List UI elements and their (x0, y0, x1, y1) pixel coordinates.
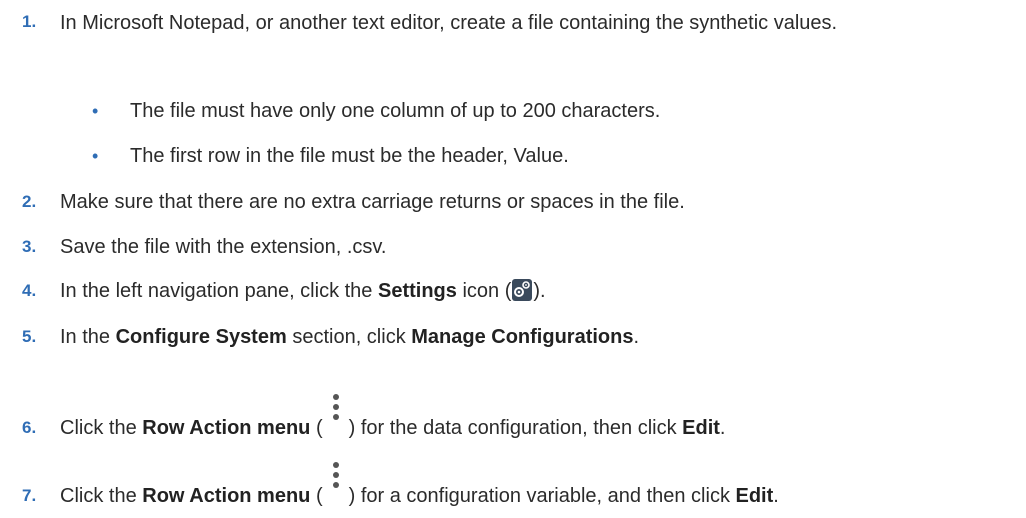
bullet-icon: • (92, 101, 99, 121)
text-segment: Click the (60, 485, 143, 507)
settings-label: Settings (377, 280, 457, 302)
text-segment: ( (310, 485, 323, 507)
text-segment: ). (533, 280, 546, 302)
instruction-list: 1. In Microsoft Notepad, or another text… (0, 0, 1026, 518)
kebab-menu-icon (323, 394, 349, 442)
text-segment: ) for a configuration variable, and then… (348, 485, 736, 507)
step-text: Click the Row Action menu ( ) for a confi… (60, 462, 1020, 510)
step-number: 5. (22, 327, 37, 346)
step-text: Make sure that there are no extra carria… (60, 191, 685, 213)
text-segment: section, click (286, 326, 412, 348)
manage-configurations-label: Manage Configurations (411, 326, 634, 348)
step-number: 1. (22, 12, 37, 31)
step-number: 2. (22, 192, 37, 211)
step-number: 3. (22, 237, 37, 256)
text-segment: ( (310, 417, 323, 439)
edit-label: Edit (682, 417, 720, 439)
bullet-text: The first row in the file must be the he… (130, 145, 569, 167)
step-text: In Microsoft Notepad, or another text ed… (60, 12, 838, 34)
text-segment: . (633, 326, 640, 348)
text-segment: Click the (60, 417, 143, 439)
text-segment: In the (60, 326, 116, 348)
configure-system-label: Configure System (115, 326, 287, 348)
settings-gear-icon (512, 279, 533, 301)
text-segment: In the left navigation pane, click the (60, 280, 378, 302)
edit-label: Edit (735, 485, 774, 507)
kebab-menu-icon (323, 462, 349, 510)
text-segment: icon ( (456, 280, 512, 302)
bullet-text: The file must have only one column of up… (130, 100, 661, 122)
step-text: Click the Row Action menu ( ) for the dat… (60, 394, 1020, 442)
bullet-icon: • (92, 146, 99, 166)
step-number: 7. (22, 486, 37, 505)
text-segment: ) for the data configuration, then click (348, 417, 683, 439)
text-segment: . (773, 485, 779, 507)
step-text: Save the file with the extension, .csv. (60, 236, 387, 258)
step-number: 6. (22, 418, 37, 437)
row-action-menu-label: Row Action menu (142, 485, 311, 507)
step-number: 4. (22, 281, 37, 300)
text-segment: . (719, 417, 726, 439)
row-action-menu-label: Row Action menu (142, 417, 311, 439)
step-text: In the left navigation pane, click the S… (60, 277, 1020, 305)
step-text: In the Configure System section, click M… (60, 323, 1020, 351)
